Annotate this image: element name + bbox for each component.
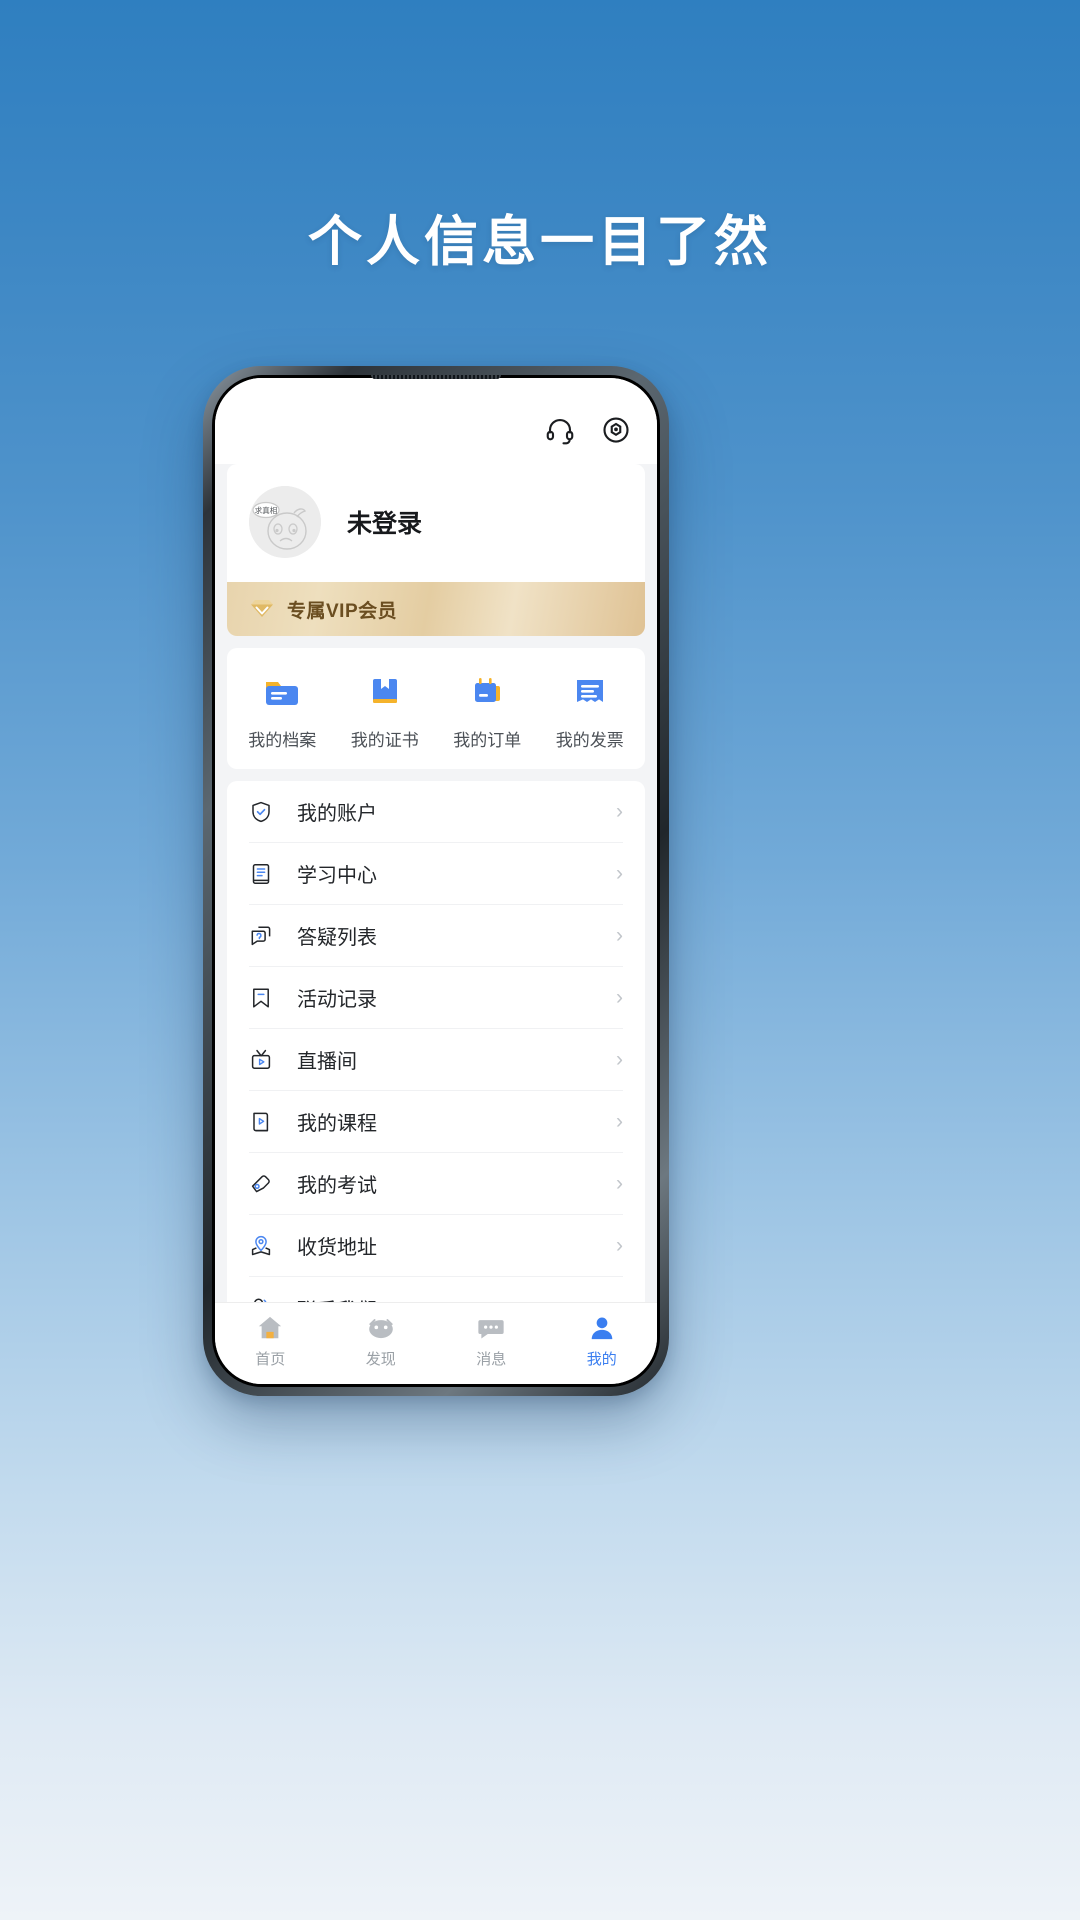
page-title: 个人信息一目了然 [308,212,772,272]
avatar[interactable]: 求真相 [249,486,321,558]
menu-item-activity-log[interactable]: 活动记录 › [249,967,623,1029]
menu-item-label: 学习中心 [297,865,377,887]
menu-item-qa-list[interactable]: 答疑列表 › [249,905,623,967]
user-icon [587,1313,617,1343]
course-play-icon [249,1110,279,1134]
live-tv-icon [249,1048,279,1072]
scan-icon[interactable] [601,415,631,445]
invoice-icon [569,670,611,712]
menu-item-contact-us[interactable]: 联系我们 › [249,1277,623,1302]
quick-action-label: 我的发票 [555,731,624,750]
quick-action-label: 我的档案 [248,731,317,750]
phone-bezel: 求真相 未登录 专属VIP会员 我的档案 我的证书 我的订单 我的发票 我的账户… [212,375,660,1387]
quick-action-certificate[interactable]: 我的证书 [334,670,437,751]
menu-item-label: 直播间 [297,1051,357,1073]
quick-actions: 我的档案 我的证书 我的订单 我的发票 [227,648,645,769]
discover-icon [366,1313,396,1343]
book-lines-icon [249,862,279,886]
menu-item-label: 我的账户 [297,803,377,825]
chevron-right-icon: › [616,800,623,823]
menu-item-study-center[interactable]: 学习中心 › [249,843,623,905]
quick-action-label: 我的证书 [350,731,419,750]
order-clipboard-icon [466,670,508,712]
menu-item-label: 活动记录 [297,989,377,1011]
menu-list: 我的账户 › 学习中心 › 答疑列表 › 活动记录 › 直播间 › 我的课程 ›… [227,781,645,1302]
phone-screen: 求真相 未登录 专属VIP会员 我的档案 我的证书 我的订单 我的发票 我的账户… [215,378,657,1384]
profile-row[interactable]: 求真相 未登录 [227,464,645,582]
chevron-right-icon: › [616,1110,623,1133]
tab-label: 发现 [365,1350,396,1368]
tab-mine[interactable]: 我的 [547,1313,658,1369]
menu-item-label: 联系我们 [297,1294,616,1303]
menu-item-account[interactable]: 我的账户 › [249,781,623,843]
menu-item-live-room[interactable]: 直播间 › [249,1029,623,1091]
message-icon [476,1313,506,1343]
bookmark-icon [249,986,279,1010]
vip-banner[interactable]: 专属VIP会员 [227,582,645,636]
tab-label: 首页 [255,1350,286,1368]
question-bubble-icon [249,924,279,948]
app-content: 求真相 未登录 专属VIP会员 我的档案 我的证书 我的订单 我的发票 我的账户… [215,464,657,1302]
quick-action-invoice[interactable]: 我的发票 [539,670,642,751]
app-header [215,378,657,464]
menu-item-label: 收货地址 [297,1237,377,1259]
chevron-right-icon: › [616,1048,623,1071]
menu-item-shipping-address[interactable]: 收货地址 › [249,1215,623,1277]
headset-icon[interactable] [545,415,575,445]
certificate-book-icon [364,670,406,712]
menu-item-my-courses[interactable]: 我的课程 › [249,1091,623,1153]
avatar-caption: 求真相 [255,505,278,515]
quick-action-archive[interactable]: 我的档案 [231,670,334,751]
menu-item-my-exams[interactable]: 我的考试 › [249,1153,623,1215]
tab-discover[interactable]: 发现 [326,1313,437,1369]
profile-card: 求真相 未登录 专属VIP会员 [227,464,645,636]
chevron-right-icon: › [616,986,623,1009]
vip-label: 专属VIP会员 [287,600,398,622]
menu-item-label: 答疑列表 [297,927,377,949]
tab-messages[interactable]: 消息 [436,1313,547,1369]
shield-check-icon [249,800,279,824]
quick-action-label: 我的订单 [453,731,522,750]
menu-item-label: 我的课程 [297,1113,377,1135]
home-icon [255,1313,285,1343]
tab-label: 消息 [476,1350,507,1368]
earpiece-speaker [371,375,501,379]
phone-mockup: 求真相 未登录 专属VIP会员 我的档案 我的证书 我的订单 我的发票 我的账户… [203,366,669,1396]
chevron-right-icon: › [616,862,623,885]
tab-label: 我的 [586,1350,617,1368]
exam-pen-icon [249,1172,279,1196]
chevron-right-icon: › [616,1172,623,1195]
username: 未登录 [347,510,423,538]
diamond-icon [249,598,275,620]
menu-item-label: 我的考试 [297,1175,377,1197]
chevron-right-icon: › [616,1234,623,1257]
folder-icon [261,670,303,712]
chevron-right-icon: › [616,924,623,947]
tab-home[interactable]: 首页 [215,1313,326,1369]
location-pin-icon [249,1234,279,1258]
bottom-tab-bar: 首页 发现 消息 我的 [215,1302,657,1384]
quick-action-order[interactable]: 我的订单 [436,670,539,751]
